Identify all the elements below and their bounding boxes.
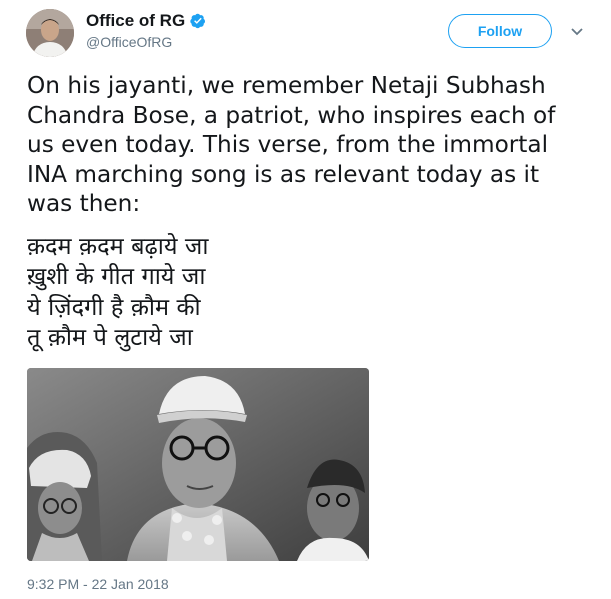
tweet-text: On his jayanti, we remember Netaji Subha… [27, 72, 556, 218]
photo-image [27, 368, 369, 561]
chevron-down-icon[interactable] [570, 27, 584, 37]
avatar-photo [26, 9, 74, 57]
verse-line: क़दम क़दम बढ़ाये जा [27, 232, 209, 260]
tweet-verse: क़दम क़दम बढ़ाये जा ख़ुशी के गीत गाये जा… [27, 231, 208, 353]
verse-line: ख़ुशी के गीत गाये जा [27, 262, 206, 291]
follow-button[interactable]: Follow [448, 14, 552, 48]
author-display-name[interactable]: Office of RG [86, 11, 185, 31]
tweet-timestamp[interactable]: 9:32 PM - 22 Jan 2018 [27, 576, 169, 592]
tweet-photo[interactable] [27, 368, 369, 561]
verse-line: ये ज़िंदगी है क़ौम की [27, 292, 201, 321]
author-block: Office of RG @OfficeOfRG [86, 11, 206, 51]
author-handle[interactable]: @OfficeOfRG [86, 33, 206, 51]
verified-badge-icon [190, 13, 206, 29]
avatar[interactable] [26, 9, 74, 57]
verse-line: तू क़ौम पे लुटाये जा [27, 323, 193, 352]
author-name-row: Office of RG [86, 11, 206, 31]
